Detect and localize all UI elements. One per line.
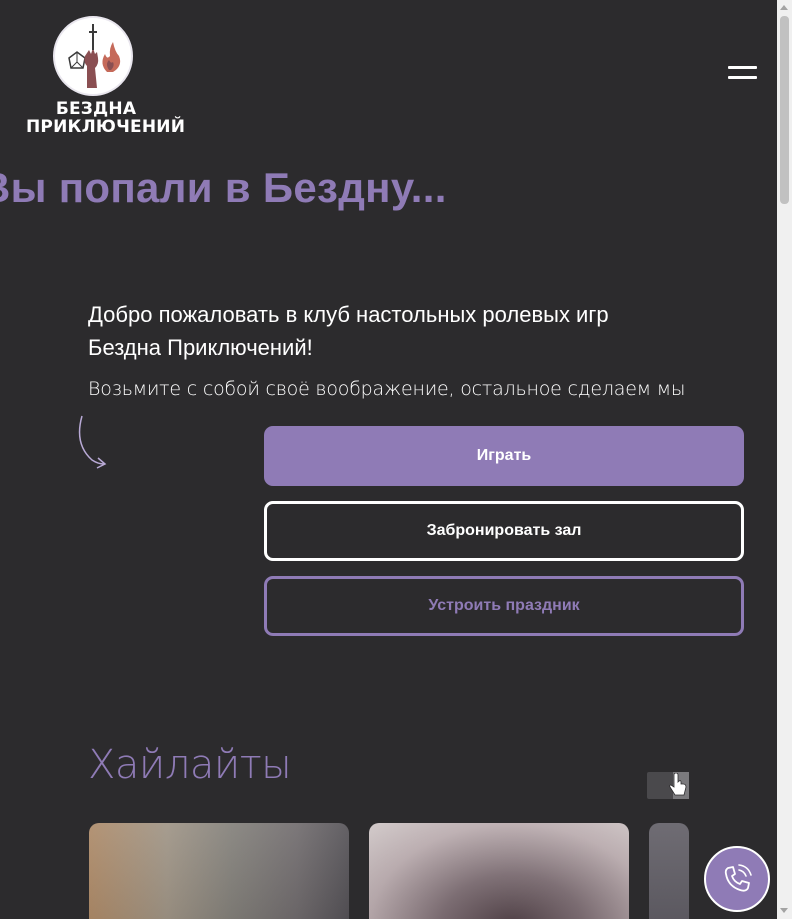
scroll-up-arrow-icon[interactable] xyxy=(780,5,788,10)
highlight-card[interactable] xyxy=(649,823,689,919)
scroll-down-arrow-icon[interactable] xyxy=(780,908,788,913)
card-image xyxy=(369,823,629,919)
phone-icon xyxy=(724,864,752,892)
card-image xyxy=(649,823,689,919)
curved-arrow-icon xyxy=(78,415,107,469)
highlights-title: Хайлайты xyxy=(88,742,292,788)
logo-emblem xyxy=(53,16,133,96)
logo-line-2: ПРИКЛЮЧЕНИЙ xyxy=(26,117,186,137)
book-hall-button[interactable]: Забронировать зал xyxy=(264,501,744,561)
scrollbar-thumb[interactable] xyxy=(780,16,789,204)
party-button[interactable]: Устроить праздник xyxy=(264,576,744,636)
highlight-card[interactable] xyxy=(89,823,349,919)
swipe-hint xyxy=(647,772,689,799)
logo-text: БЕЗДНА ПРИКЛЮЧЕНИЙ xyxy=(26,99,186,137)
swipe-hand-icon xyxy=(669,773,687,796)
logo[interactable]: БЕЗДНА ПРИКЛЮЧЕНИЙ xyxy=(26,14,186,137)
play-button[interactable]: Играть xyxy=(264,426,744,486)
hamburger-menu-icon[interactable] xyxy=(728,66,758,82)
call-widget-button[interactable] xyxy=(704,846,770,912)
hamburger-line-top xyxy=(728,66,757,69)
hero-headline: Вы попали в Бездну... xyxy=(0,164,447,211)
logo-line-1: БЕЗДНА xyxy=(55,99,137,119)
scrollbar[interactable] xyxy=(777,0,792,919)
page: БЕЗДНА ПРИКЛЮЧЕНИЙ Вы попали в Бездну...… xyxy=(0,0,777,919)
welcome-subline: Возьмите с собой своё воображение, остал… xyxy=(88,378,686,400)
hamburger-line-bottom xyxy=(728,76,757,79)
welcome-text: Добро пожаловать в клуб настольных ролев… xyxy=(88,302,609,360)
highlight-card[interactable] xyxy=(369,823,629,919)
card-image xyxy=(89,823,349,919)
